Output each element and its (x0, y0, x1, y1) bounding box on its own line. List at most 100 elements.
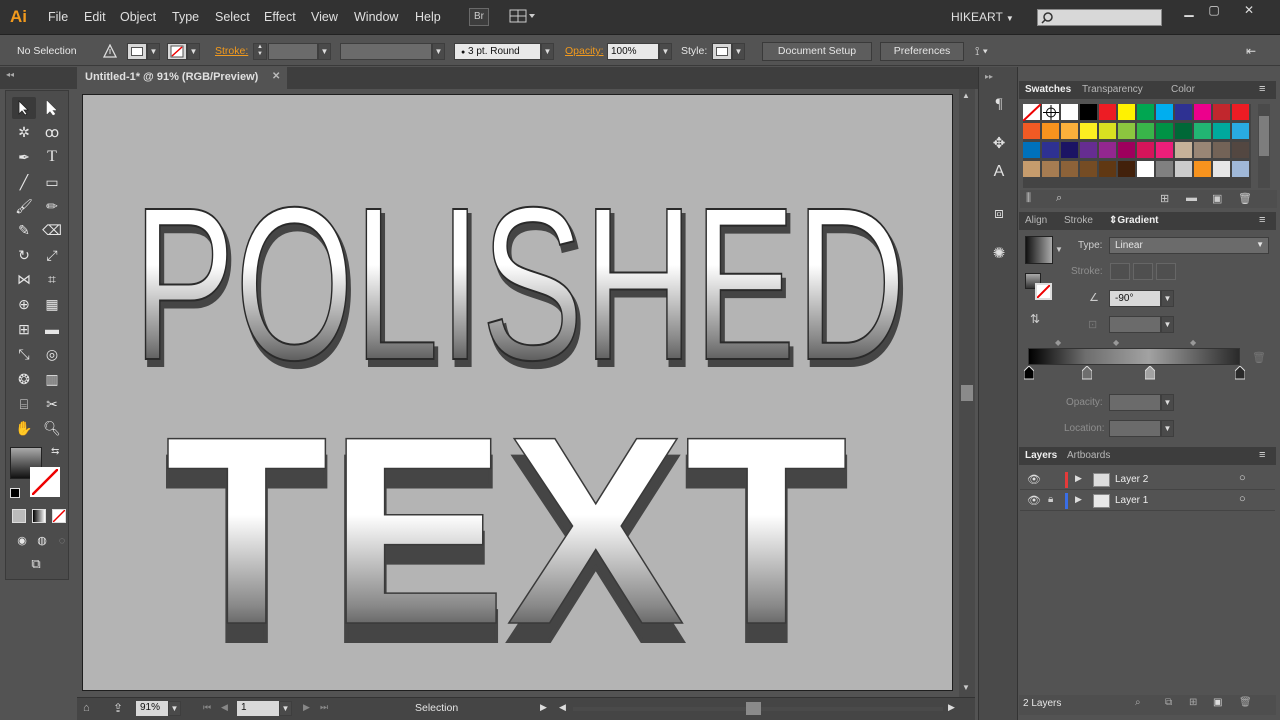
midpoint-marker-2[interactable]: ◆ (1113, 338, 1119, 347)
color-swatch[interactable] (1118, 123, 1136, 140)
visibility-eye-icon[interactable]: 👁︎ (1027, 494, 1041, 507)
midpoint-marker-3[interactable]: ◆ (1190, 338, 1196, 347)
mesh-tool-icon[interactable]: ⊞ (12, 318, 36, 340)
menu-type[interactable]: Type (172, 10, 199, 24)
color-swatch[interactable] (1061, 142, 1079, 159)
hand-tool-icon[interactable]: ✋ (12, 417, 36, 439)
gradient-preset-dropdown[interactable]: ▼ (1055, 245, 1063, 254)
gradient-type-select[interactable]: Linear ▼ (1109, 237, 1269, 254)
puppet-warp-icon[interactable]: ✥ (987, 133, 1011, 155)
free-transform-tool-icon[interactable]: ⌗ (40, 268, 64, 290)
color-swatch[interactable] (1023, 161, 1041, 178)
color-swatch[interactable] (1137, 142, 1155, 159)
stop-opacity-dropdown[interactable]: ▼ (1161, 394, 1174, 411)
gradient-preview[interactable] (1025, 236, 1053, 264)
color-swatch[interactable] (1156, 161, 1174, 178)
none-swatch[interactable] (1023, 104, 1042, 122)
color-mode-icon[interactable] (12, 509, 26, 523)
color-swatch[interactable] (1232, 161, 1250, 178)
paintbrush-tool-icon[interactable]: 🖌︎ (12, 195, 36, 217)
expand-layer-icon[interactable]: ▶ (1075, 494, 1082, 505)
opacity-field[interactable]: 100% (607, 43, 659, 60)
artboard-tool-icon[interactable]: ⌸ (12, 393, 36, 415)
polished-text[interactable]: POLISHED (132, 162, 907, 407)
menu-window[interactable]: Window (354, 10, 398, 24)
close-icon[interactable]: ✕ (1238, 3, 1260, 17)
tab-gradient[interactable]: ⇕Gradient (1109, 215, 1159, 226)
bridge-button[interactable]: Br (469, 8, 489, 26)
blob-brush-tool-icon[interactable]: ✎ (12, 219, 36, 241)
gradient-stroke-swatch[interactable] (1035, 283, 1052, 300)
delete-swatch-icon[interactable]: 🗑︎ (1238, 192, 1252, 205)
menu-view[interactable]: View (311, 10, 338, 24)
brush-dropdown[interactable]: ▼ (541, 43, 554, 60)
delete-layer-icon[interactable]: 🗑︎ (1239, 697, 1252, 708)
color-swatch[interactable] (1194, 142, 1212, 159)
aspect-ratio-dropdown[interactable]: ▼ (1161, 316, 1174, 333)
angle-dropdown[interactable]: ▼ (1161, 290, 1174, 307)
screen-mode-icon[interactable]: ⧉ (24, 553, 48, 575)
color-swatch[interactable] (1099, 161, 1117, 178)
new-sublayer-icon[interactable]: ⊞ (1189, 697, 1197, 708)
color-swatch[interactable] (1232, 104, 1250, 121)
swatch-kind-icon[interactable]: ⌕ (1056, 192, 1062, 205)
help-search-input[interactable] (1037, 9, 1162, 26)
stop-location-dropdown[interactable]: ▼ (1161, 420, 1174, 437)
menu-help[interactable]: Help (415, 10, 441, 24)
current-tool-status[interactable]: Selection (415, 702, 458, 714)
color-swatch[interactable] (1232, 142, 1250, 159)
color-swatch[interactable] (1042, 142, 1060, 159)
artboard-dropdown[interactable]: ▼ (279, 701, 292, 716)
stroke-weight-dropdown[interactable]: ▼ (318, 43, 331, 60)
layer-row[interactable]: 👁︎ ▶ Layer 2 ○ (1020, 470, 1275, 490)
color-swatch[interactable] (1042, 123, 1060, 140)
default-colors-icon[interactable] (10, 488, 20, 498)
color-swatch[interactable] (1042, 161, 1060, 178)
color-swatch[interactable] (1156, 123, 1174, 140)
draw-inside-icon[interactable]: ◌ (50, 530, 74, 552)
character-panel-icon[interactable]: A (987, 161, 1011, 183)
slice-tool-icon[interactable]: ✂ (40, 393, 64, 415)
collapse-panel-icon[interactable]: ◂◂ (6, 70, 14, 79)
delete-stop-icon[interactable]: 🗑︎ (1252, 351, 1266, 364)
aspect-ratio-field[interactable] (1109, 316, 1161, 333)
lasso-tool-icon[interactable]: ꝏ (40, 121, 64, 143)
direct-selection-tool-icon[interactable] (40, 97, 64, 119)
scroll-up-icon[interactable]: ▲ (962, 91, 970, 100)
artboard-number-field[interactable]: 1 (237, 701, 279, 716)
stop-location-field[interactable] (1109, 420, 1161, 437)
perspective-grid-tool-icon[interactable]: ▦ (40, 293, 64, 315)
symbols-panel-icon[interactable]: ✺ (987, 243, 1011, 265)
color-swatch[interactable] (1213, 104, 1231, 121)
none-mode-icon[interactable] (52, 509, 66, 523)
tab-swatches[interactable]: Swatches (1025, 84, 1071, 95)
maximize-icon[interactable]: ▢ (1203, 3, 1225, 17)
color-swatch[interactable] (1175, 142, 1193, 159)
color-swatch[interactable] (1099, 142, 1117, 159)
stroke-color-swatch[interactable] (167, 43, 187, 60)
tab-align[interactable]: Align (1025, 215, 1047, 226)
line-segment-tool-icon[interactable]: ╱ (12, 171, 36, 193)
color-swatch[interactable] (1118, 142, 1136, 159)
panel-menu-icon[interactable]: ⇤ (1246, 44, 1256, 58)
gradient-menu-icon[interactable]: ≡ (1259, 214, 1265, 226)
gradient-stop-4[interactable] (1234, 365, 1246, 380)
color-swatch[interactable] (1023, 123, 1041, 140)
minimize-icon[interactable]: ▁ (1178, 3, 1200, 17)
color-swatch[interactable] (1137, 104, 1155, 121)
scroll-down-icon[interactable]: ▼ (962, 683, 970, 692)
tab-layers[interactable]: Layers (1025, 450, 1057, 461)
next-artboard-icon[interactable]: ▶ (303, 702, 310, 713)
color-swatch[interactable] (1175, 104, 1193, 121)
opacity-label[interactable]: Opacity: (565, 45, 604, 57)
stroke-gradient-within-icon[interactable] (1110, 263, 1130, 280)
eraser-tool-icon[interactable]: ⌫ (40, 219, 64, 241)
rotate-tool-icon[interactable]: ↻ (12, 244, 36, 266)
menu-object[interactable]: Object (120, 10, 156, 24)
color-swatch[interactable] (1080, 104, 1098, 121)
text-text[interactable]: TEXT (164, 379, 849, 681)
target-circle-icon[interactable]: ○ (1239, 493, 1246, 505)
share-icon[interactable]: ⇪ (113, 701, 123, 715)
preferences-button[interactable]: Preferences (880, 42, 964, 61)
graphic-style-swatch[interactable] (712, 43, 732, 60)
